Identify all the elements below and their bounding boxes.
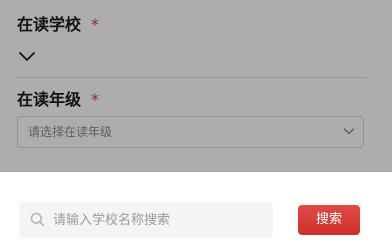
search-button[interactable]: 搜索 bbox=[298, 205, 360, 235]
school-picker-page: 在读学校* 在读年级* 请选择在读年级 搜索 bbox=[0, 0, 392, 243]
search-icon bbox=[30, 212, 45, 227]
search-sheet: 搜索 bbox=[0, 172, 392, 243]
search-box[interactable] bbox=[19, 202, 273, 238]
school-search-input[interactable] bbox=[53, 202, 263, 238]
modal-overlay[interactable] bbox=[0, 0, 392, 172]
